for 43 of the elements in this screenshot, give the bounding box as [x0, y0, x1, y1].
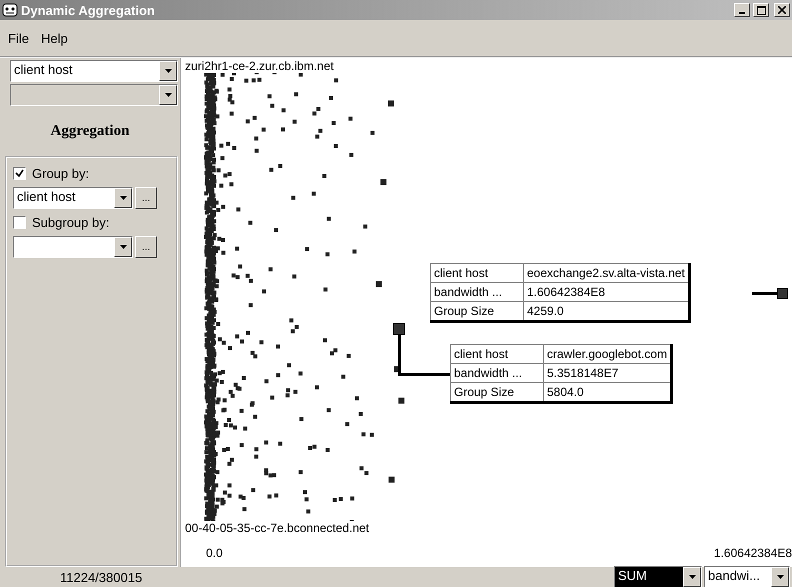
caret-icon [164, 93, 172, 97]
axis-label: 1.60642384E8 [714, 546, 792, 560]
maximize-button[interactable] [753, 3, 769, 17]
data-point [393, 323, 405, 335]
close-icon [778, 6, 786, 14]
function-select[interactable]: SUM [614, 566, 702, 587]
maximize-icon [756, 6, 766, 14]
table-cell: crawler.googlebot.com [544, 344, 672, 364]
axis-label: 00-40-05-35-cc-7e.bconnected.net [185, 521, 370, 535]
menu-item[interactable]: File [4, 30, 33, 46]
table-cell: bandwidth ... [450, 364, 544, 382]
caret-icon [688, 575, 696, 579]
table-cell: eoexchange2.sv.alta-vista.net [524, 264, 690, 282]
axis-label: zuri2hr1-ce-2.zur.cb.ibm.net [185, 59, 334, 73]
group-by-select[interactable]: client host [13, 187, 133, 209]
subgroup-by-checkbox[interactable] [13, 216, 26, 229]
table-cell: bandwidth ... [430, 282, 524, 302]
group-by-checkbox[interactable] [13, 167, 26, 180]
caret-icon [776, 575, 784, 579]
caret-icon [164, 69, 172, 73]
table-cell: Group Size [450, 382, 544, 402]
caret-icon [120, 196, 126, 200]
field-select[interactable]: client host [10, 60, 178, 82]
minimize-button[interactable] [734, 3, 750, 17]
app-icon [2, 2, 18, 18]
table-cell: client host [430, 264, 524, 282]
table-cell: Group Size [430, 302, 524, 322]
more-button[interactable]: ... [135, 236, 157, 258]
checkbox-label: Subgroup by: [32, 215, 110, 230]
data-point [777, 288, 788, 299]
table-cell: client host [450, 344, 544, 364]
measure-select[interactable]: bandwi... [704, 566, 790, 587]
panel-header: Aggregation [50, 122, 130, 140]
axis-label: 0.0 [206, 546, 223, 560]
leader-line [752, 292, 778, 295]
more-button[interactable]: ... [135, 187, 157, 209]
caret-icon [120, 245, 126, 249]
record-count: 11224/380015 [60, 570, 144, 584]
window-title: Dynamic Aggregation [21, 2, 156, 18]
subgroup-by-select[interactable] [13, 236, 133, 258]
checkbox-label: Group by: [32, 166, 90, 181]
menu-item[interactable]: Help [36, 30, 72, 46]
close-button[interactable] [774, 3, 790, 17]
